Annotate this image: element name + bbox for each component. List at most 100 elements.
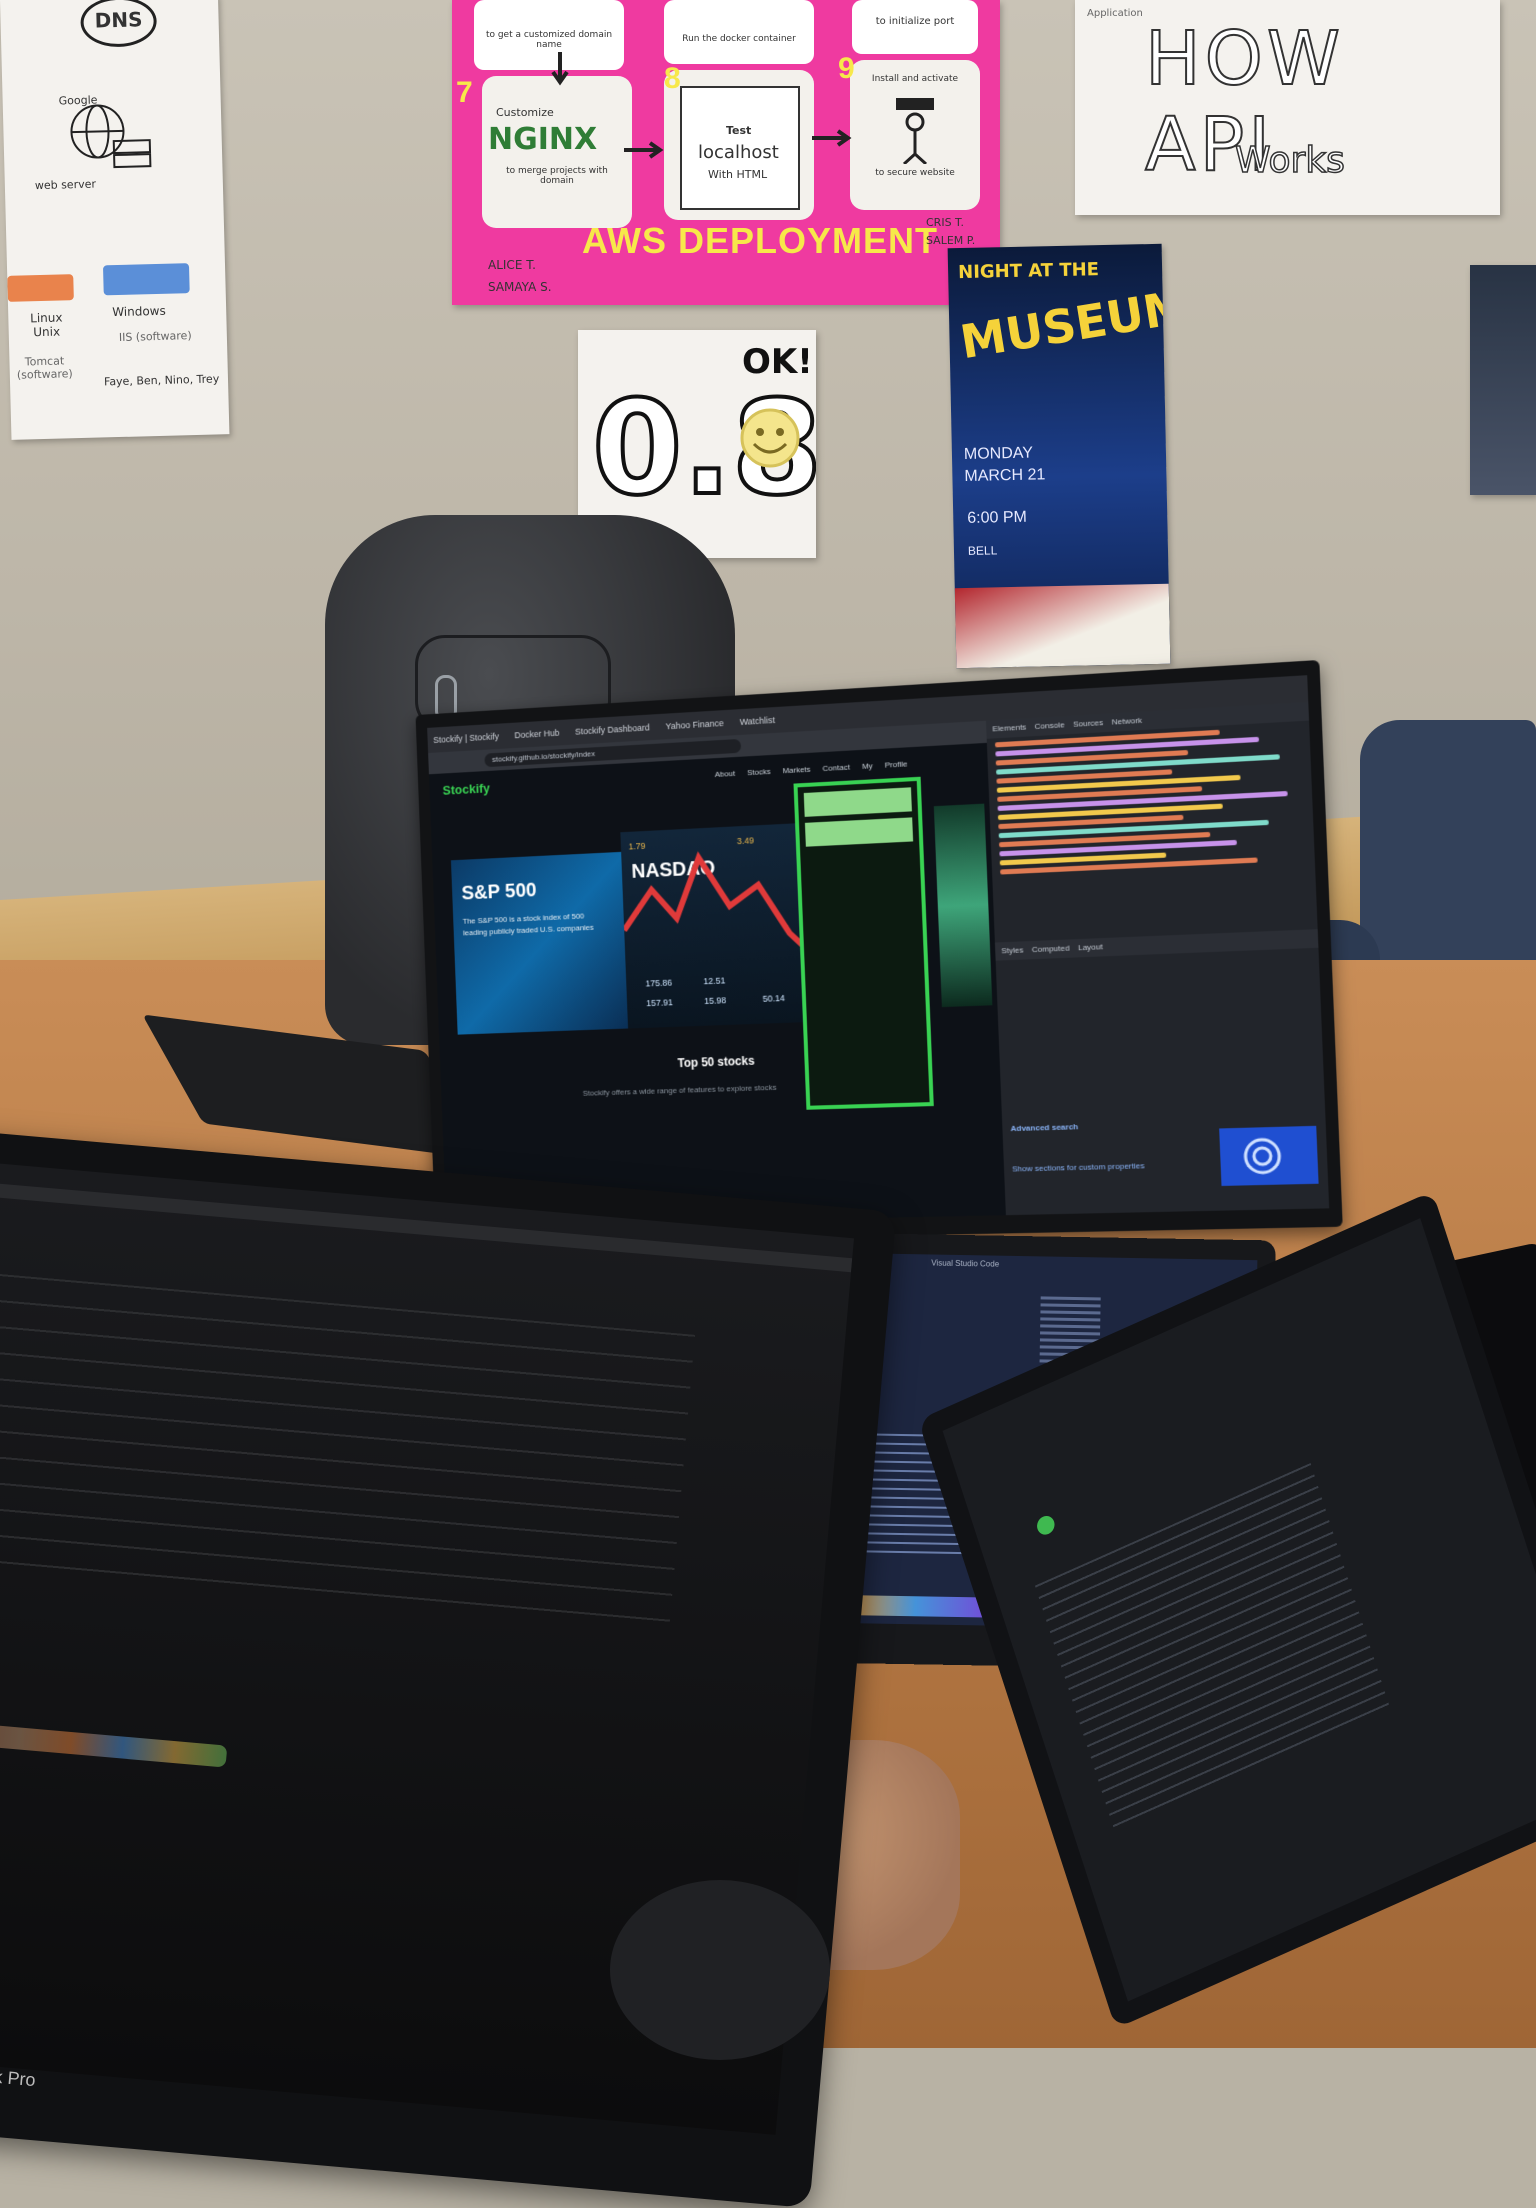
- sp500-title: S&P 500: [461, 880, 537, 906]
- panel-row: [805, 817, 913, 846]
- devtools-section-label: Advanced search: [1010, 1122, 1078, 1133]
- styles-tab[interactable]: Styles: [1001, 945, 1024, 955]
- sleeve: [610, 1880, 830, 2060]
- stockify-logo[interactable]: Stockify: [442, 781, 490, 798]
- museum-artwork: [955, 584, 1171, 668]
- museum-place: BELL: [968, 543, 998, 558]
- nav-profile[interactable]: My Profile: [862, 759, 908, 771]
- dns-poster: DNS Google web server Linux Unix Tomcat …: [0, 0, 229, 440]
- aws-step3-text: to initialize port: [856, 16, 974, 27]
- nasdaq-trend-line: [621, 843, 810, 970]
- windows-badge: [103, 263, 190, 295]
- aws-title: AWS DEPLOYMENT: [582, 220, 938, 262]
- devtools-tab[interactable]: Network: [1112, 716, 1143, 727]
- arrow-right-icon: [810, 128, 854, 148]
- score-label: OK!: [742, 342, 813, 382]
- devtools-hint[interactable]: Show sections for custom properties: [1012, 1160, 1198, 1174]
- nav-contact[interactable]: Contact: [822, 763, 850, 773]
- smiley-icon: [738, 406, 802, 470]
- aws-step9-text: to secure website: [856, 168, 974, 178]
- how-api-works-poster: Application HOW API Works: [1075, 0, 1500, 215]
- museum-title-line1: NIGHT AT THE: [958, 259, 1099, 283]
- stock-image: [934, 804, 993, 1008]
- devtools-tab[interactable]: Elements: [992, 722, 1026, 733]
- aws-step7-title: Customize: [496, 106, 554, 119]
- aws-step8-host: localhost: [698, 142, 779, 163]
- dns-server-caption: web server: [35, 178, 96, 193]
- ticker-value: 50.14: [763, 993, 785, 1004]
- ticker-value: 175.86: [645, 978, 672, 989]
- ticker-value: 3.49: [737, 835, 755, 846]
- ticker-value: 12.51: [703, 975, 725, 986]
- sp500-card[interactable]: S&P 500 The S&P 500 is a stock index of …: [451, 851, 638, 1034]
- dns-credits: Faye, Ben, Nino, Trey: [104, 372, 220, 388]
- nav-about[interactable]: About: [715, 769, 736, 779]
- code-view: [987, 725, 1315, 875]
- styles-tabs: Styles Computed Layout: [995, 929, 1325, 961]
- linux-label: Linux Unix: [16, 310, 77, 340]
- aws-step2-text: Run the docker container: [672, 34, 806, 44]
- aws-step9-number: 9: [838, 52, 855, 86]
- devtools-tab[interactable]: Console: [1034, 720, 1064, 731]
- browser-tab[interactable]: Docker Hub: [508, 720, 565, 749]
- browser-tab[interactable]: Watchlist: [733, 707, 781, 736]
- desktop-monitor: Stockify | Stockify Docker Hub Stockify …: [415, 660, 1342, 1245]
- aws-step8-card: Test localhost With HTML: [664, 70, 814, 220]
- linux-software: Tomcat (software): [9, 354, 80, 382]
- aws-credits-right: CRIS T. SALEM P.: [926, 214, 990, 250]
- ticker-value: 1.79: [628, 841, 645, 852]
- linux-badge: [7, 274, 74, 302]
- panel-row: [804, 787, 912, 817]
- styles-tab[interactable]: Computed: [1032, 944, 1070, 955]
- museum-title-line2: MUSEUM!: [957, 276, 1171, 370]
- monitor-screen: Stockify | Stockify Docker Hub Stockify …: [427, 675, 1329, 1227]
- code-editor: [1035, 1463, 1391, 1833]
- group-photo-poster: [1470, 265, 1536, 495]
- status-dot-icon: [1035, 1513, 1057, 1537]
- sp500-text: The S&P 500 is a stock index of 500 lead…: [462, 910, 605, 940]
- aws-deployment-poster: to get a customized domain name Run the …: [452, 0, 1000, 305]
- arrow-right-icon: [622, 140, 666, 160]
- api-tag: Application: [1087, 8, 1143, 19]
- museum-time: 6:00 PM: [967, 509, 1027, 528]
- lock-figure-icon: [892, 94, 938, 164]
- devtools-tab[interactable]: Sources: [1073, 718, 1104, 729]
- aws-step8-title: Test: [726, 124, 751, 137]
- aws-step8-text: With HTML: [708, 168, 767, 181]
- aws-step-card: to initialize port: [852, 0, 978, 54]
- site-nav: About Stocks Markets Contact My Profile: [715, 759, 908, 779]
- nginx-logo: NGINX: [488, 122, 597, 157]
- aws-step7-text: to merge projects with domain: [490, 166, 624, 186]
- aws-step9-title: Install and activate: [856, 74, 974, 84]
- aws-step-card: to get a customized domain name: [474, 0, 624, 70]
- code-editor: [0, 1274, 695, 1634]
- night-museum-poster: NIGHT AT THE MUSEUM! MONDAY MARCH 21 6:0…: [948, 244, 1171, 668]
- windows-label: Windows: [112, 304, 166, 319]
- aws-step8-number: 8: [664, 62, 681, 96]
- aws-step7-card: Customize NGINX to merge projects with d…: [482, 76, 632, 228]
- museum-date: MONDAY MARCH 21: [964, 442, 1075, 488]
- ticker-value: 157.91: [646, 997, 673, 1008]
- api-subtitle: Works: [1235, 140, 1345, 181]
- styles-tab[interactable]: Layout: [1078, 942, 1103, 952]
- target-icon: [1240, 1135, 1284, 1177]
- section-title: Top 50 stocks: [677, 1054, 754, 1070]
- dock[interactable]: [0, 1723, 227, 1768]
- aws-credits-left: ALICE T. SAMAYA S.: [488, 254, 568, 298]
- dns-header: DNS: [80, 0, 157, 48]
- nasdaq-card[interactable]: NASDAQ 1.79 3.49 175.86 12.51 157.91 15.…: [620, 823, 812, 1029]
- ticker-value: 15.98: [704, 995, 726, 1006]
- video-thumbnail[interactable]: [1219, 1126, 1318, 1186]
- nav-stocks[interactable]: Stocks: [747, 767, 771, 777]
- aws-step-card: Run the docker container: [664, 0, 814, 64]
- stockify-site: Stockify About Stocks Markets Contact My…: [429, 743, 1006, 1227]
- devtools-panel: Elements Console Sources Network Styles …: [986, 702, 1329, 1215]
- aws-step7-number: 7: [456, 76, 473, 110]
- aws-step1-text: to get a customized domain name: [482, 30, 616, 50]
- arrow-down-icon: [550, 50, 570, 90]
- aws-step9-card: Install and activate to secure website: [850, 60, 980, 210]
- window-title: Visual Studio Code: [931, 1258, 999, 1268]
- highlighted-panel[interactable]: [793, 777, 933, 1110]
- windows-software: IIS (software): [119, 329, 192, 344]
- nav-markets[interactable]: Markets: [782, 765, 810, 775]
